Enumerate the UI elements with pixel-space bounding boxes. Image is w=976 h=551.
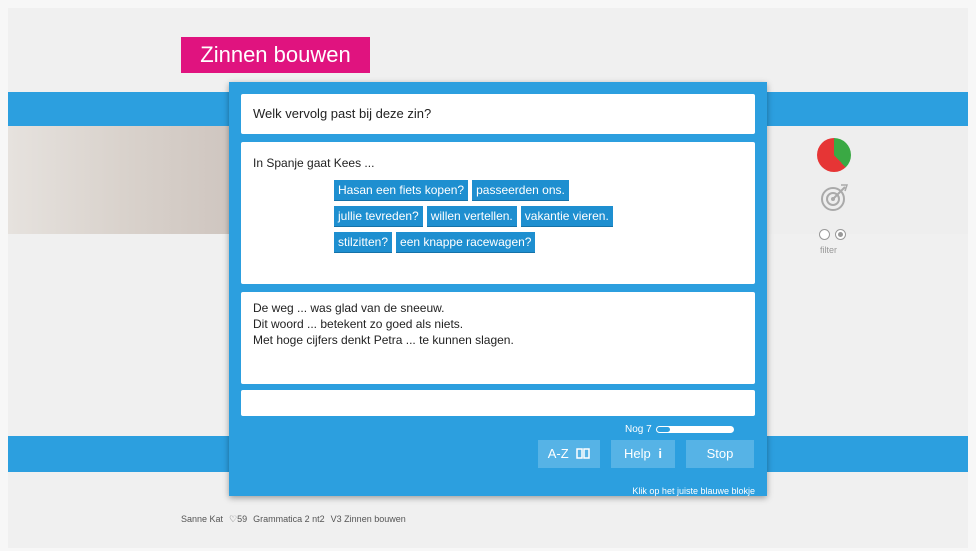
az-button[interactable]: A-Z: [538, 440, 600, 468]
progress-bar: [655, 426, 734, 433]
filter-radio-on[interactable]: [835, 229, 846, 240]
answer-chip[interactable]: willen vertellen.: [426, 206, 517, 227]
answer-chip[interactable]: een knappe racewagen?: [396, 232, 536, 253]
book-icon: [576, 448, 591, 459]
question-box: Welk vervolg past bij deze zin?: [241, 94, 755, 134]
chip-row: Hasan een fiets kopen? passeerden ons.: [334, 180, 664, 201]
exercise-panel: Welk vervolg past bij deze zin? In Spanj…: [229, 82, 767, 496]
example-line: Dit woord ... betekent zo goed als niets…: [253, 317, 464, 331]
filter-label: filter: [820, 245, 838, 255]
target-icon: [821, 184, 849, 211]
help-button[interactable]: Help i: [611, 440, 675, 468]
course-name: Grammatica 2 nt2: [253, 514, 325, 524]
help-button-label: Help: [624, 446, 651, 461]
answer-chip[interactable]: vakantie vieren.: [520, 206, 613, 227]
work-area: In Spanje gaat Kees ... Hasan een fiets …: [241, 142, 755, 284]
example-line: Met hoge cijfers denkt Petra ... te kunn…: [253, 333, 514, 347]
user-name: Sanne Kat: [181, 514, 224, 524]
chip-row: stilzitten? een knappe racewagen?: [334, 232, 664, 253]
instruction-hint: Klik op het juiste blauwe blokje: [632, 486, 755, 496]
example-line: De weg ... was glad van de sneeuw.: [253, 301, 445, 315]
progress-label: Nog 7: [625, 424, 652, 435]
answer-field[interactable]: [241, 390, 755, 416]
progress-bar-fill: [656, 427, 671, 432]
az-button-label: A-Z: [547, 446, 569, 461]
score-pie-chart: [817, 138, 851, 172]
filter-toggle: [819, 229, 846, 240]
filter-radio-off[interactable]: [819, 229, 830, 240]
answer-chips: Hasan een fiets kopen? passeerden ons. j…: [334, 180, 664, 258]
app-title: Zinnen bouwen: [181, 37, 370, 73]
module-name: V3 Zinnen bouwen: [330, 514, 406, 524]
score-count: ♡59: [229, 514, 248, 524]
answer-chip[interactable]: stilzitten?: [334, 232, 393, 253]
sentence-prompt: In Spanje gaat Kees ...: [253, 156, 375, 170]
status-footer: Sanne Kat ♡59 Grammatica 2 nt2 V3 Zinnen…: [181, 514, 406, 525]
answer-chip[interactable]: jullie tevreden?: [334, 206, 423, 227]
answer-chip[interactable]: passeerden ons.: [472, 180, 569, 201]
chip-row: jullie tevreden? willen vertellen. vakan…: [334, 206, 664, 227]
examples-box: De weg ... was glad van de sneeuw. Dit w…: [241, 292, 755, 384]
stop-button[interactable]: Stop: [686, 440, 754, 468]
answer-chip[interactable]: Hasan een fiets kopen?: [334, 180, 469, 201]
progress-indicator: Nog 7: [625, 424, 734, 435]
info-icon: i: [658, 446, 662, 461]
